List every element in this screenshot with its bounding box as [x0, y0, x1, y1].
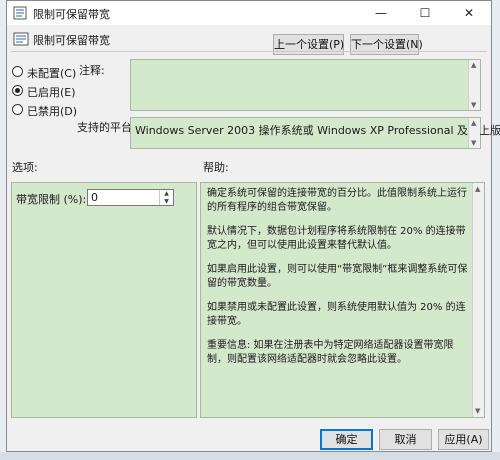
header-divider	[11, 51, 487, 52]
help-paragraph: 如果启用此设置，则可以使用“带宽限制”框来调整系统可保留的带宽数量。	[207, 264, 468, 289]
help-scrollbar[interactable]: ▲ ▼	[472, 183, 484, 417]
bandwidth-limit-spinbox[interactable]: 0 ▲ ▼	[87, 189, 174, 206]
scroll-down-icon[interactable]: ▼	[475, 407, 480, 415]
help-paragraph: 如果禁用或未配置此设置，则系统使用默认值为 20% 的连接带宽。	[207, 302, 466, 327]
help-text: 确定系统可保留的连接带宽的百分比。此值限制系统上运行的所有程序的组合带宽保留。 …	[207, 187, 471, 377]
close-button[interactable]: ✕	[447, 1, 491, 25]
maximize-button[interactable]: ☐	[403, 1, 447, 25]
policy-title: 限制可保留带宽	[33, 34, 110, 47]
help-section-label: 帮助:	[203, 161, 229, 174]
radio-label: 未配置(C)	[27, 67, 77, 80]
scroll-down-icon[interactable]: ▼	[471, 101, 476, 109]
platform-value: Windows Server 2003 操作系统或 Windows XP Pro…	[135, 124, 500, 137]
platform-box: Windows Server 2003 操作系统或 Windows XP Pro…	[130, 117, 500, 149]
options-panel: 带宽限制 (%): 0 ▲ ▼	[11, 182, 197, 418]
bandwidth-limit-label: 带宽限制 (%):	[16, 193, 87, 206]
help-paragraph: 重要信息: 如果在注册表中为特定网络适配器设置带宽限制，则配置该网络适配器时就会…	[207, 340, 454, 365]
ok-button[interactable]: 确定	[320, 429, 373, 450]
radio-circle[interactable]	[12, 66, 23, 77]
notes-label: 注释:	[79, 64, 105, 77]
background-window-edge-right	[492, 0, 500, 460]
radio-circle[interactable]	[12, 104, 23, 115]
scroll-down-icon[interactable]: ▼	[471, 139, 476, 147]
scroll-up-icon[interactable]: ▲	[471, 61, 476, 69]
policy-header-icon	[13, 32, 29, 46]
policy-dialog: 限制可保留带宽 — ☐ ✕ 限制可保留带宽 上一个设置(P) 下一个设置(N) …	[6, 0, 500, 452]
apply-button[interactable]: 应用(A)	[438, 429, 489, 450]
help-panel: 确定系统可保留的连接带宽的百分比。此值限制系统上运行的所有程序的组合带宽保留。 …	[200, 182, 485, 418]
help-paragraph: 默认情况下，数据包计划程序将系统限制在 20% 的连接带宽之内，但可以使用此设置…	[207, 226, 466, 251]
spin-up-icon[interactable]: ▲	[160, 190, 173, 197]
scroll-up-icon[interactable]: ▲	[471, 119, 476, 127]
scroll-up-icon[interactable]: ▲	[475, 185, 480, 193]
radio-label: 已启用(E)	[27, 86, 76, 99]
background-taskbar-edge	[0, 452, 500, 460]
spin-down-icon[interactable]: ▼	[160, 198, 173, 205]
spin-buttons: ▲ ▼	[159, 190, 173, 205]
platform-label: 支持的平台:	[77, 121, 136, 134]
notes-scrollbar[interactable]: ▲ ▼	[468, 60, 480, 110]
cancel-button[interactable]: 取消	[379, 429, 432, 450]
radio-label: 已禁用(D)	[27, 105, 78, 118]
radio-circle[interactable]	[12, 85, 23, 96]
options-section-label: 选项:	[12, 161, 38, 174]
radio-selected-dot	[15, 88, 20, 93]
minimize-button[interactable]: —	[359, 1, 403, 25]
notes-textarea[interactable]: ▲ ▼	[130, 59, 481, 111]
help-paragraph: 确定系统可保留的连接带宽的百分比。此值限制系统上运行的所有程序的组合带宽保留。	[207, 188, 467, 213]
bandwidth-limit-value[interactable]: 0	[91, 191, 98, 204]
policy-setting-icon	[13, 6, 27, 20]
title-bar[interactable]: 限制可保留带宽 — ☐ ✕	[7, 1, 491, 25]
platform-scrollbar[interactable]: ▲ ▼	[468, 118, 480, 148]
window-title: 限制可保留带宽	[33, 8, 110, 21]
